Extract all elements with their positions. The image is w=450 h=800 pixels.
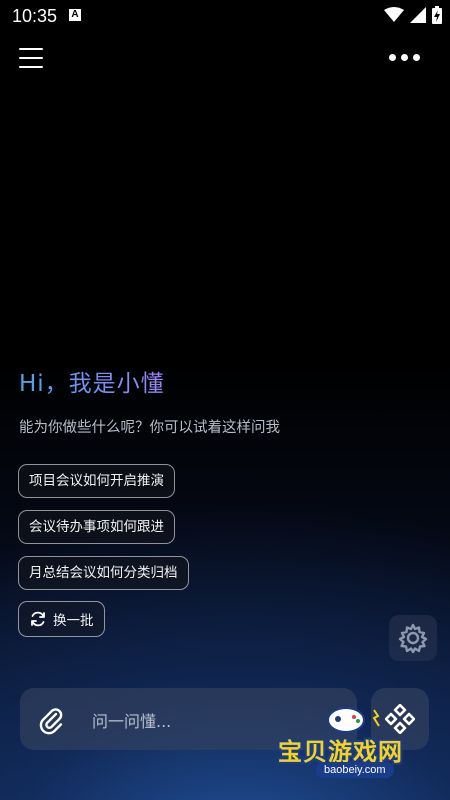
a-badge-icon: A: [69, 9, 81, 21]
gear-icon: [398, 623, 428, 654]
more-dots-icon[interactable]: [389, 54, 420, 61]
status-icons: [384, 6, 442, 24]
greeting-title: Hi，我是小懂: [19, 364, 165, 398]
input-placeholder: 问一问懂...: [92, 712, 172, 731]
refresh-suggestions-button[interactable]: 换一批: [18, 601, 105, 637]
top-bar: [0, 40, 450, 80]
settings-button[interactable]: [389, 615, 437, 661]
signal-icon: [410, 7, 426, 23]
status-time: 10:35: [12, 6, 58, 26]
suggestion-chip[interactable]: 项目会议如何开启推演: [18, 464, 175, 498]
suggestion-chip[interactable]: 会议待办事项如何跟进: [18, 510, 175, 544]
watermark-url: baobeiy.com: [316, 762, 394, 778]
watermark-logo: 宝贝游戏网 baobeiy.com: [272, 700, 442, 790]
wifi-icon: [384, 7, 404, 22]
paperclip-icon[interactable]: [36, 705, 66, 735]
hamburger-menu-icon[interactable]: [19, 48, 43, 70]
refresh-label: 换一批: [53, 613, 94, 629]
suggestion-chip[interactable]: 月总结会议如何分类归档: [18, 556, 189, 590]
refresh-icon: [31, 611, 45, 627]
battery-charging-icon: [432, 6, 442, 24]
status-bar: 10:35 A: [0, 0, 450, 32]
greeting-subtitle: 能为你做些什么呢？你可以试着这样问我: [19, 420, 280, 436]
